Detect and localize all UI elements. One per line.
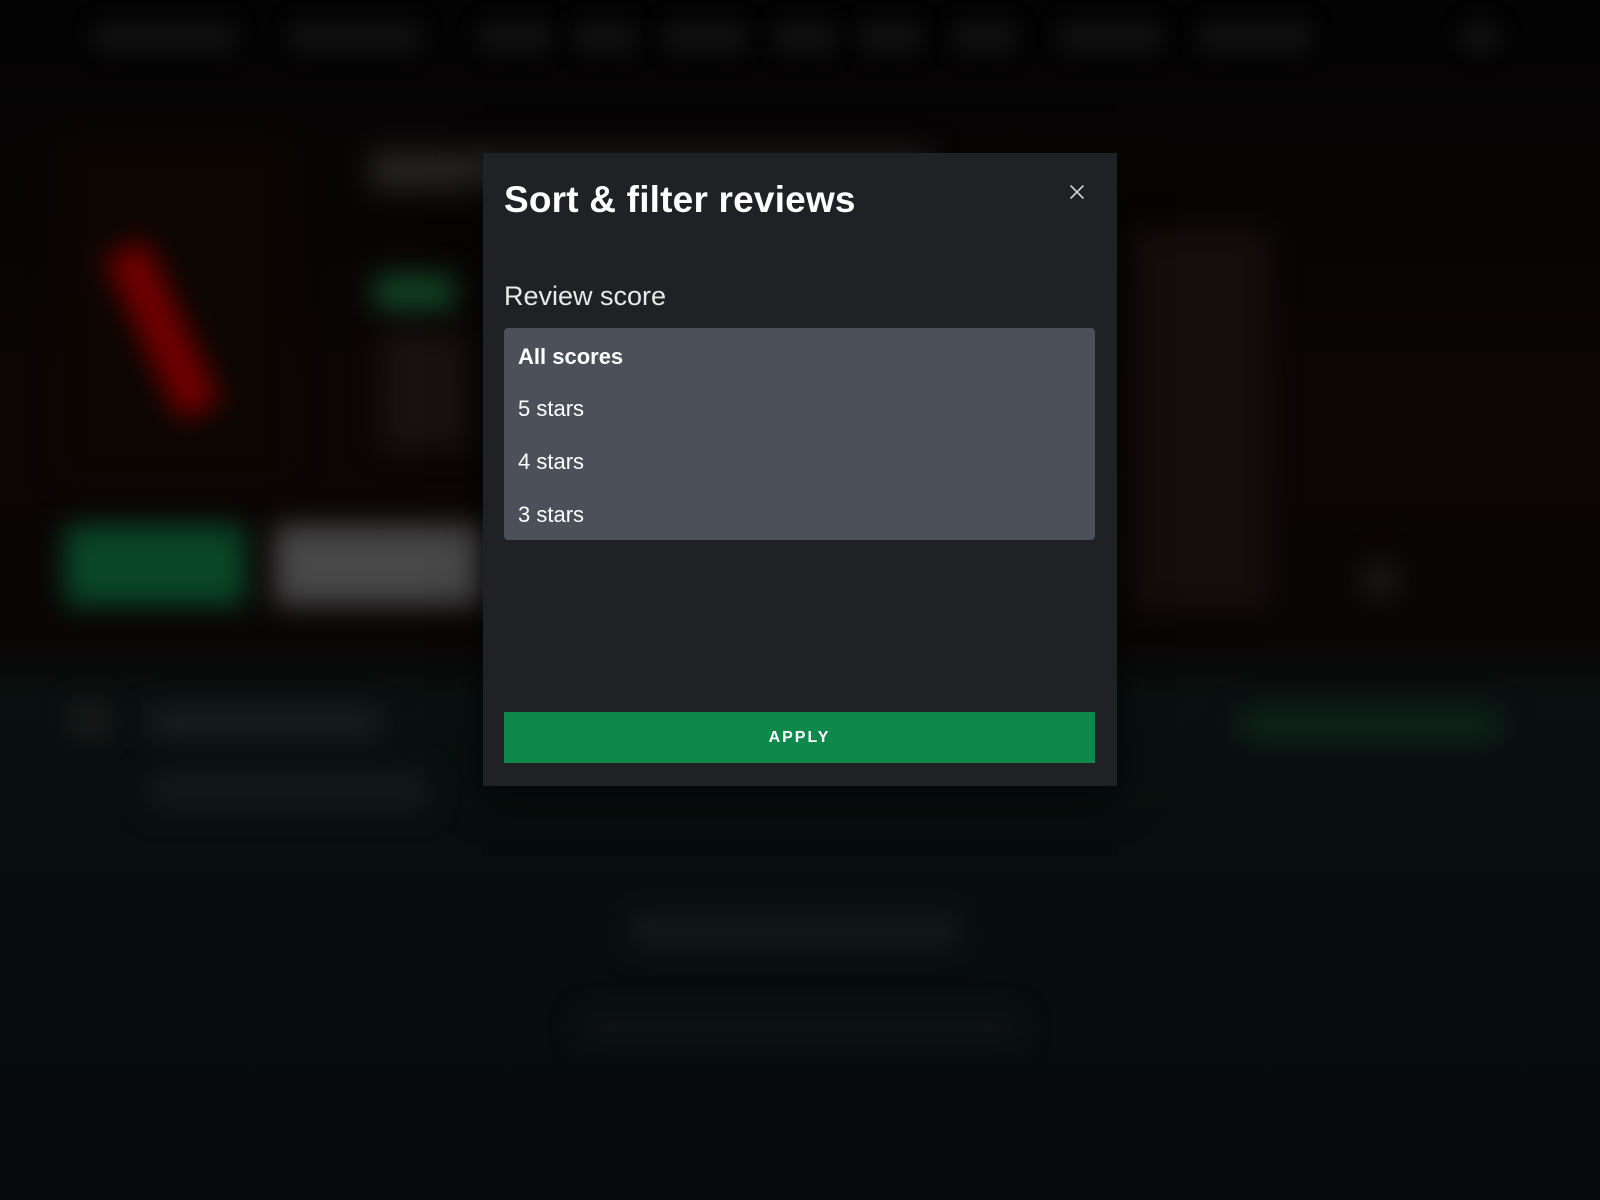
option-all-scores[interactable]: All scores [518, 344, 623, 370]
dialog-title: Sort & filter reviews [504, 179, 856, 220]
apply-button[interactable]: APPLY [504, 712, 1095, 763]
option-3-stars[interactable]: 3 stars [518, 502, 584, 528]
option-4-stars[interactable]: 4 stars [518, 449, 584, 475]
close-icon [1070, 185, 1084, 199]
close-button[interactable] [1066, 181, 1088, 203]
review-score-label: Review score [504, 281, 667, 311]
sort-filter-dialog: Sort & filter reviews Review score All s… [483, 153, 1117, 786]
option-5-stars[interactable]: 5 stars [518, 396, 584, 422]
review-score-listbox[interactable]: All scores 5 stars 4 stars 3 stars [504, 328, 1095, 540]
